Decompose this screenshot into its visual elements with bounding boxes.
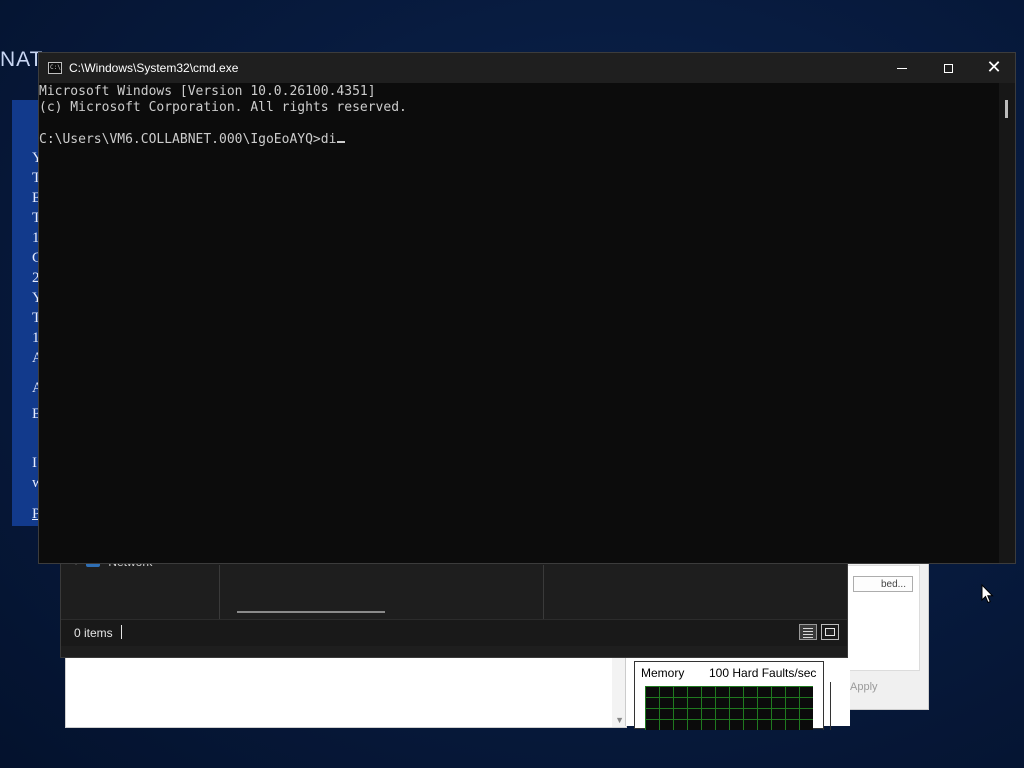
details-view-button[interactable] bbox=[799, 624, 817, 640]
item-count: 0 items bbox=[74, 626, 113, 640]
horizontal-scrollbar[interactable] bbox=[237, 611, 385, 613]
text-cursor bbox=[337, 141, 346, 143]
scroll-thumb[interactable] bbox=[1005, 100, 1008, 118]
maximize-button[interactable] bbox=[925, 53, 971, 83]
window-title: C:\Windows\System32\cmd.exe bbox=[69, 61, 239, 75]
console-output[interactable]: Microsoft Windows [Version 10.0.26100.43… bbox=[39, 83, 1001, 563]
close-button[interactable]: ✕ bbox=[971, 53, 1017, 83]
large-icons-view-button[interactable] bbox=[821, 624, 839, 640]
graph-scale-bar bbox=[823, 682, 831, 730]
properties-panel: bed... bbox=[846, 565, 920, 671]
apply-button[interactable]: Apply bbox=[850, 681, 878, 693]
status-bar: 0 items bbox=[61, 619, 847, 646]
cmd-app-icon[interactable]: C:\ bbox=[48, 62, 62, 74]
performance-panel: Memory 100 Hard Faults/sec bbox=[625, 655, 850, 730]
prompt-path: C:\Users\VM6.COLLABNET.000\IgoEoAYQ> bbox=[39, 132, 321, 147]
memory-graph bbox=[645, 686, 813, 730]
command-input[interactable]: di bbox=[321, 132, 337, 147]
minimize-button[interactable] bbox=[879, 53, 925, 83]
blue-window-text: I bbox=[32, 455, 37, 471]
command-prompt-line[interactable]: C:\Users\VM6.COLLABNET.000\IgoEoAYQ>di bbox=[39, 132, 346, 148]
memory-graph-box: Memory 100 Hard Faults/sec bbox=[634, 661, 831, 730]
title-bar[interactable]: C:\ C:\Windows\System32\cmd.exe ✕ bbox=[39, 53, 1015, 83]
advanced-button[interactable]: bed... bbox=[853, 576, 913, 592]
memory-label: Memory bbox=[641, 666, 685, 680]
close-icon: ✕ bbox=[986, 57, 1002, 78]
console-line: Microsoft Windows [Version 10.0.26100.43… bbox=[39, 84, 376, 99]
pane-divider[interactable] bbox=[543, 565, 544, 621]
cmd-icon-text: C:\ bbox=[50, 64, 61, 71]
console-line: (c) Microsoft Corporation. All rights re… bbox=[39, 100, 407, 115]
maximize-icon bbox=[943, 63, 953, 73]
cmd-window[interactable]: C:\ C:\Windows\System32\cmd.exe ✕ Micros… bbox=[38, 52, 1016, 564]
status-separator bbox=[121, 625, 122, 639]
mouse-pointer-icon bbox=[981, 584, 994, 604]
pane-divider[interactable] bbox=[219, 565, 220, 621]
background-window-title: NAT bbox=[0, 48, 44, 71]
minimize-icon bbox=[897, 67, 907, 69]
scroll-down-icon[interactable]: ▼ bbox=[615, 715, 624, 725]
hard-faults-label: 100 Hard Faults/sec bbox=[709, 666, 817, 680]
vertical-scrollbar[interactable] bbox=[999, 83, 1015, 563]
